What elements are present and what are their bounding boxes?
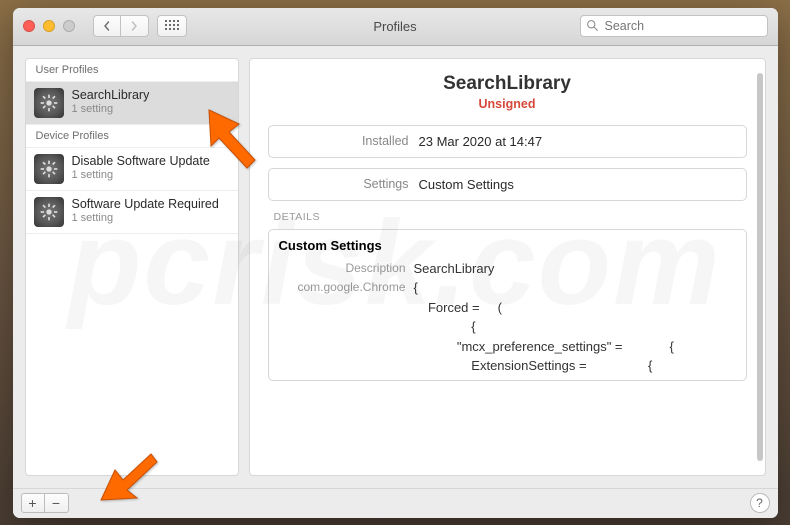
sidebar-item-searchlibrary[interactable]: SearchLibrary 1 setting: [26, 82, 238, 125]
search-input[interactable]: [580, 15, 768, 37]
traffic-lights: [23, 20, 75, 32]
search-wrap: [580, 15, 768, 37]
domain-value: { Forced = ( { "mcx_preference_settings"…: [414, 278, 736, 376]
profile-title: SearchLibrary: [268, 73, 747, 95]
search-icon: [586, 19, 599, 32]
settings-value: Custom Settings: [419, 177, 514, 192]
settings-label: Settings: [279, 177, 419, 191]
sidebar-item-text: Software Update Required 1 setting: [72, 197, 219, 225]
remove-profile-button[interactable]: −: [45, 493, 69, 513]
add-profile-button[interactable]: +: [21, 493, 45, 513]
details-header: DETAILS: [274, 211, 747, 223]
sidebar-item-sub: 1 setting: [72, 169, 210, 182]
chevron-right-icon: [129, 21, 139, 31]
grid-icon: [165, 20, 179, 32]
sidebar-item-label: Software Update Required: [72, 197, 219, 212]
domain-label: com.google.Chrome: [279, 278, 414, 376]
forward-button[interactable]: [121, 15, 149, 37]
window-body: User Profiles SearchLibrary 1 setting De…: [13, 46, 778, 488]
installed-label: Installed: [279, 134, 419, 148]
sidebar-item-label: Disable Software Update: [72, 154, 210, 169]
gear-icon: [34, 88, 64, 118]
details-box-title: Custom Settings: [279, 238, 736, 253]
settings-box: Settings Custom Settings: [268, 168, 747, 201]
installed-value: 23 Mar 2020 at 14:47: [419, 134, 543, 149]
sidebar-item-software-update-required[interactable]: Software Update Required 1 setting: [26, 191, 238, 234]
show-all-button[interactable]: [157, 15, 187, 37]
details-box: Custom Settings Description SearchLibrar…: [268, 229, 747, 381]
description-label: Description: [279, 259, 414, 279]
sidebar-item-sub: 1 setting: [72, 212, 219, 225]
profile-status: Unsigned: [268, 97, 747, 111]
chevron-left-icon: [102, 21, 112, 31]
minimize-window-button[interactable]: [43, 20, 55, 32]
add-remove-buttons: + −: [21, 493, 69, 513]
description-value: SearchLibrary: [414, 259, 736, 279]
profiles-sidebar: User Profiles SearchLibrary 1 setting De…: [25, 58, 239, 476]
footer: + − ?: [13, 488, 778, 518]
gear-icon: [34, 197, 64, 227]
nav-buttons: [93, 15, 149, 37]
scrollbar[interactable]: [757, 73, 763, 461]
profile-detail-panel: SearchLibrary Unsigned Installed 23 Mar …: [249, 58, 766, 476]
sidebar-item-label: SearchLibrary: [72, 88, 150, 103]
gear-icon: [34, 154, 64, 184]
sidebar-item-text: SearchLibrary 1 setting: [72, 88, 150, 116]
titlebar: Profiles: [13, 8, 778, 46]
section-header-user: User Profiles: [26, 59, 238, 82]
sidebar-item-text: Disable Software Update 1 setting: [72, 154, 210, 182]
maximize-window-button[interactable]: [63, 20, 75, 32]
back-button[interactable]: [93, 15, 121, 37]
sidebar-item-disable-software-update[interactable]: Disable Software Update 1 setting: [26, 148, 238, 191]
help-button[interactable]: ?: [750, 493, 770, 513]
close-window-button[interactable]: [23, 20, 35, 32]
installed-box: Installed 23 Mar 2020 at 14:47: [268, 125, 747, 158]
sidebar-item-sub: 1 setting: [72, 103, 150, 116]
preferences-window: Profiles User Profiles SearchLibrary 1 s…: [13, 8, 778, 518]
section-header-device: Device Profiles: [26, 125, 238, 148]
